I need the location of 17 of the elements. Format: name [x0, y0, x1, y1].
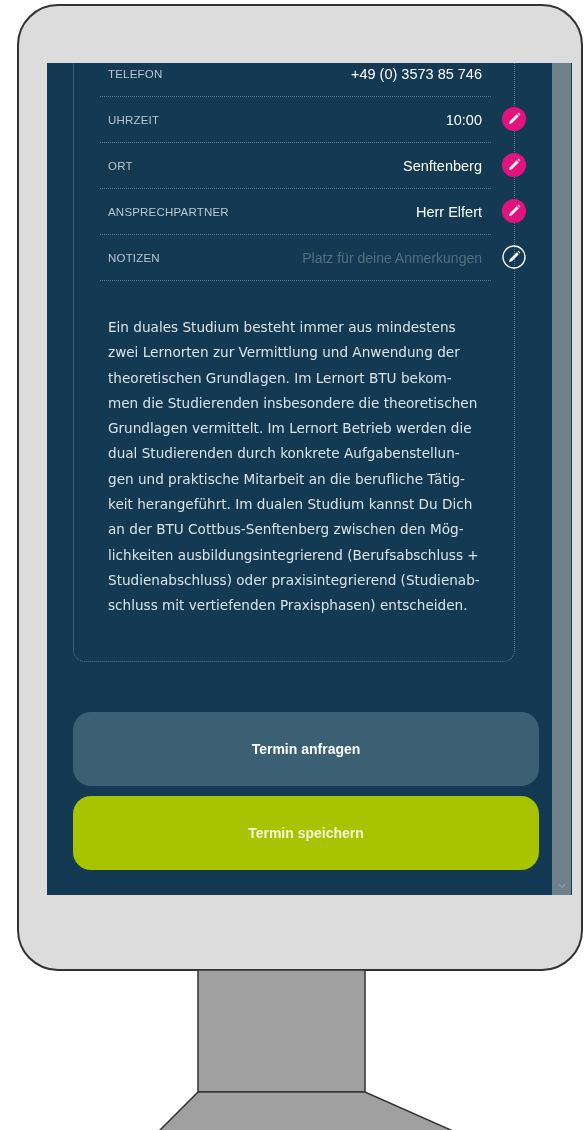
- request-button[interactable]: Termin anfragen: [73, 711, 539, 786]
- edit-icon[interactable]: [502, 107, 526, 131]
- edit-icon[interactable]: [502, 153, 526, 177]
- field-label: ORT: [108, 159, 133, 172]
- field-label: NOTIZEN: [108, 251, 160, 264]
- edit-icon[interactable]: [502, 245, 526, 269]
- field-label: UHRZEIT: [108, 113, 160, 126]
- field-value: Herr Elfert: [415, 203, 482, 220]
- scrollbar[interactable]: [552, 63, 571, 895]
- field-value: +49 (0) 3573 85 746: [351, 65, 482, 82]
- field-value: Senftenberg: [403, 157, 482, 174]
- field-label: ANSPRECHPARTNER: [108, 205, 229, 218]
- edit-icon[interactable]: [502, 199, 526, 223]
- field-value: 10:00: [445, 111, 482, 128]
- field-label: TELEFON: [108, 67, 163, 80]
- notes-field[interactable]: Platz für deine Anmerkungen: [252, 249, 482, 266]
- description-text: Ein duales Studium besteht immer aus mindestens zwei Lernorten zur Vermittlung und Anwendung der theoretischen Grundlagen. Im Lernort BTU bekom- men die Studierenden insbesondere die theoretischen Grundlagen vermittelt. Im Lernort Betrieb werden die dual Studierenden durch konkrete Aufgabenstellun- gen und praktische Mitarbeit an die berufliche Tätig- keit herangeführt. Im dualen Studium kannst Du Dich an der BTU Cottbus-Senftenberg zwischen den Mög- lichkeiten ausbildungsintegrierend (Berufsabschluss + Studienabschluss) oder praxisintegrierend (Studienab- schluss mit vertiefenden Praxisphasen) entscheiden.: [108, 318, 481, 616]
